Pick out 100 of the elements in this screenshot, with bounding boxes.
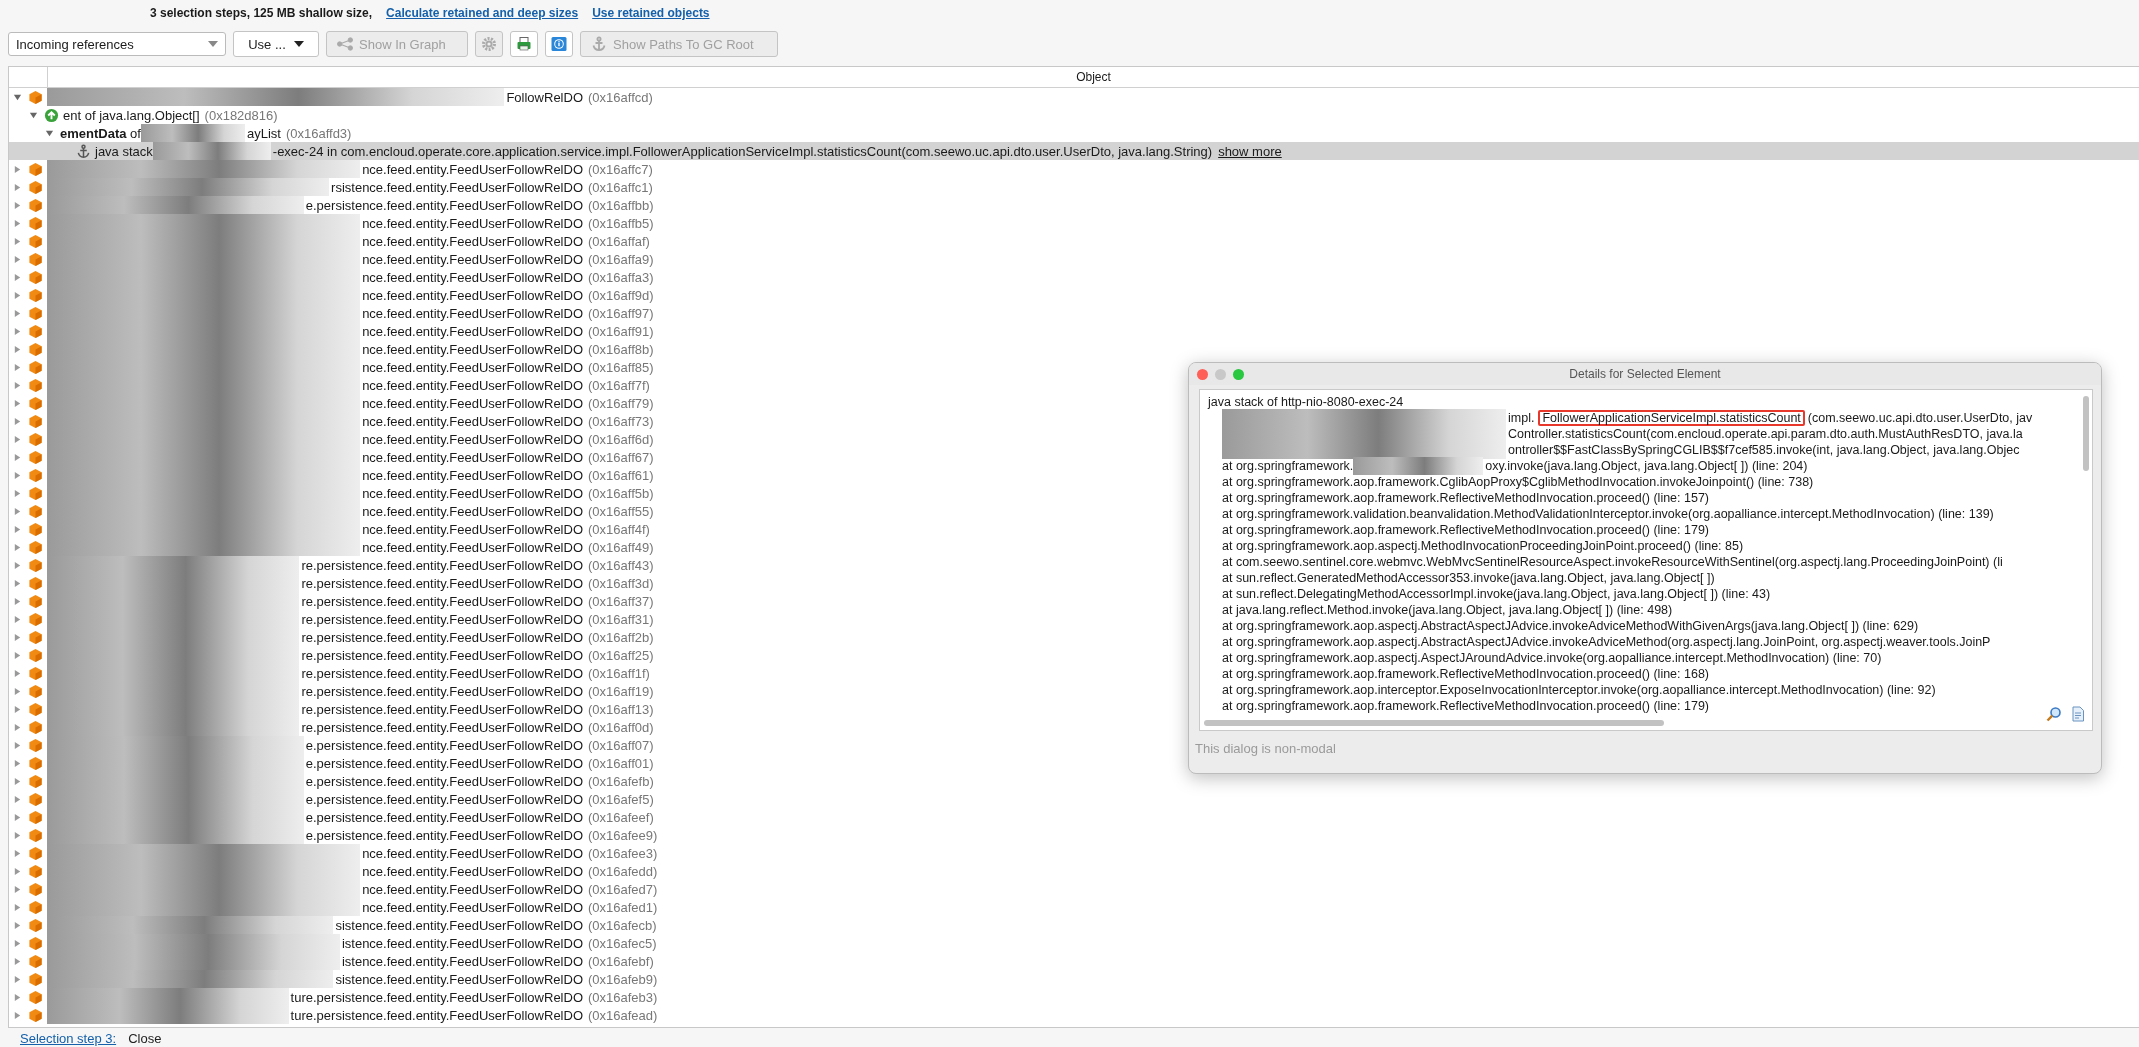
tree-row[interactable]: nce.feed.entity.FeedUserFollowRelDO (0x16aff6d) [9,430,654,448]
expand-icon[interactable] [13,902,22,912]
tree-row[interactable]: e.persistence.feed.entity.FeedUserFollowRelDO (0x16aff07) [9,736,654,754]
expand-icon[interactable] [13,740,22,750]
column-header[interactable]: Object [48,67,2139,87]
tree-row[interactable]: nce.feed.entity.FeedUserFollowRelDO (0x16aff7f) [9,376,650,394]
tree-row[interactable]: nce.feed.entity.FeedUserFollowRelDO (0x16aff8b) [9,340,654,358]
tree-row[interactable]: nce.feed.entity.FeedUserFollowRelDO (0x16aff9d) [9,286,654,304]
export-button[interactable] [510,31,538,57]
close-window-button[interactable] [1197,368,1208,380]
tree-row[interactable]: re.persistence.feed.entity.FeedUserFollowRelDO (0x16aff25) [9,646,654,664]
document-icon[interactable] [2070,706,2086,722]
tree-row[interactable]: re.persistence.feed.entity.FeedUserFollowRelDO (0x16aff0d) [9,718,654,736]
tree-row[interactable]: nce.feed.entity.FeedUserFollowRelDO (0x16affaf) [9,232,650,250]
tree-row[interactable]: e.persistence.feed.entity.FeedUserFollowRelDO (0x16affbb) [9,196,654,214]
expand-icon[interactable] [13,506,22,516]
summary-link[interactable]: Calculate retained and deep sizes [386,6,579,20]
tree-row[interactable]: nce.feed.entity.FeedUserFollowRelDO (0x16affa9) [9,250,654,268]
tree-row[interactable]: ementData of ayList (0x16affd3) [9,124,352,142]
tree-row[interactable]: re.persistence.feed.entity.FeedUserFollowRelDO (0x16aff43) [9,556,654,574]
selection-step-link[interactable]: Selection step 3: [20,1031,117,1046]
expand-icon[interactable] [13,830,22,840]
use-menu-button[interactable]: Use ... [233,31,319,57]
expand-icon[interactable] [13,200,22,210]
tree-row[interactable]: re.persistence.feed.entity.FeedUserFollowRelDO (0x16aff3d) [9,574,654,592]
expand-icon[interactable] [13,722,22,732]
expand-icon[interactable] [13,272,22,282]
reference-dropdown[interactable]: Incoming references [8,32,226,56]
show-more-link[interactable]: show more [1218,143,1282,159]
tree-row[interactable]: nce.feed.entity.FeedUserFollowRelDO (0x16afedd) [9,862,658,880]
tree-row[interactable]: nce.feed.entity.FeedUserFollowRelDO (0x16afed1) [9,898,658,916]
expand-icon[interactable] [13,326,22,336]
tree-row[interactable]: istence.feed.entity.FeedUserFollowRelDO (0x16afebf) [9,952,654,970]
tree-row[interactable]: re.persistence.feed.entity.FeedUserFollowRelDO (0x16aff37) [9,592,654,610]
expand-icon[interactable] [13,812,22,822]
tree-row[interactable]: re.persistence.feed.entity.FeedUserFollowRelDO (0x16aff2b) [9,628,654,646]
expand-icon[interactable] [13,920,22,930]
tree-row[interactable]: re.persistence.feed.entity.FeedUserFollowRelDO (0x16aff1f) [9,664,650,682]
expand-icon[interactable] [13,290,22,300]
tree-row[interactable]: nce.feed.entity.FeedUserFollowRelDO (0x16affc7) [9,160,653,178]
tree-row[interactable]: nce.feed.entity.FeedUserFollowRelDO (0x16aff67) [9,448,654,466]
tree-row[interactable]: e.persistence.feed.entity.FeedUserFollowRelDO (0x16afeef) [9,808,654,826]
tree-row[interactable]: istence.feed.entity.FeedUserFollowRelDO (0x16afec5) [9,934,657,952]
expand-icon[interactable] [13,164,22,174]
collapse-icon[interactable] [29,110,38,120]
expand-icon[interactable] [13,758,22,768]
collapse-icon[interactable] [13,92,22,102]
expand-icon[interactable] [13,884,22,894]
expand-icon[interactable] [13,434,22,444]
expand-icon[interactable] [13,848,22,858]
expand-icon[interactable] [13,578,22,588]
tree-row[interactable]: nce.feed.entity.FeedUserFollowRelDO (0x16aff5b) [9,484,654,502]
tree-row[interactable]: nce.feed.entity.FeedUserFollowRelDO (0x16affa3) [9,268,654,286]
tree-row[interactable]: nce.feed.entity.FeedUserFollowRelDO (0x16aff49) [9,538,654,556]
tree-row[interactable]: nce.feed.entity.FeedUserFollowRelDO (0x16aff91) [9,322,654,340]
expand-icon[interactable] [13,308,22,318]
tree-row[interactable]: FollowRelDO (0x16affcd) [9,88,653,106]
expand-icon[interactable] [13,794,22,804]
tree-row[interactable]: nce.feed.entity.FeedUserFollowRelDO (0x16aff61) [9,466,654,484]
expand-icon[interactable] [13,686,22,696]
tree-row[interactable]: nce.feed.entity.FeedUserFollowRelDO (0x16aff73) [9,412,654,430]
tree-row[interactable]: e.persistence.feed.entity.FeedUserFollowRelDO (0x16afee9) [9,826,658,844]
tree-row[interactable]: ture.persistence.feed.entity.FeedUserFollowRelDO (0x16afeb3) [9,988,658,1006]
tree-row[interactable]: nce.feed.entity.FeedUserFollowRelDO (0x16afee3) [9,844,658,862]
tree-row[interactable]: nce.feed.entity.FeedUserFollowRelDO (0x16aff85) [9,358,654,376]
expand-icon[interactable] [13,668,22,678]
tree-row[interactable]: nce.feed.entity.FeedUserFollowRelDO (0x16aff97) [9,304,654,322]
tree-row[interactable]: nce.feed.entity.FeedUserFollowRelDO (0x16affb5) [9,214,654,232]
expand-icon[interactable] [13,560,22,570]
expand-icon[interactable] [13,704,22,714]
tree-row[interactable]: e.persistence.feed.entity.FeedUserFollowRelDO (0x16afefb) [9,772,654,790]
tree-row[interactable]: sistence.feed.entity.FeedUserFollowRelDO (0x16afecb) [9,916,657,934]
tree-row[interactable]: e.persistence.feed.entity.FeedUserFollowRelDO (0x16afef5) [9,790,654,808]
tree-row[interactable]: nce.feed.entity.FeedUserFollowRelDO (0x16afed7) [9,880,658,898]
tree-row[interactable]: re.persistence.feed.entity.FeedUserFollowRelDO (0x16aff31) [9,610,654,628]
expand-icon[interactable] [13,236,22,246]
expand-icon[interactable] [13,380,22,390]
expand-icon[interactable] [13,344,22,354]
expand-icon[interactable] [13,938,22,948]
close-link[interactable]: Close [128,1031,162,1046]
expand-icon[interactable] [13,524,22,534]
expand-icon[interactable] [13,956,22,966]
collapse-icon[interactable] [45,128,54,138]
expand-icon[interactable] [13,542,22,552]
expand-icon[interactable] [13,452,22,462]
expand-icon[interactable] [13,362,22,372]
zoom-window-button[interactable] [1233,368,1244,380]
tree-row[interactable]: nce.feed.entity.FeedUserFollowRelDO (0x16aff4f) [9,520,650,538]
tree-row[interactable]: nce.feed.entity.FeedUserFollowRelDO (0x16aff55) [9,502,654,520]
tree-row[interactable]: e.persistence.feed.entity.FeedUserFollowRelDO (0x16aff01) [9,754,654,772]
tree-row[interactable]: sistence.feed.entity.FeedUserFollowRelDO (0x16afeb9) [9,970,658,988]
tree-row[interactable]: re.persistence.feed.entity.FeedUserFollowRelDO (0x16aff19) [9,682,654,700]
scrollbar[interactable] [1204,720,1664,726]
expand-icon[interactable] [13,776,22,786]
expand-icon[interactable] [13,866,22,876]
info-button[interactable] [545,31,573,57]
expand-icon[interactable] [13,974,22,984]
tree-row[interactable]: nce.feed.entity.FeedUserFollowRelDO (0x16aff79) [9,394,654,412]
tree-row[interactable]: ture.persistence.feed.entity.FeedUserFollowRelDO (0x16afead) [9,1006,658,1024]
expand-icon[interactable] [13,596,22,606]
